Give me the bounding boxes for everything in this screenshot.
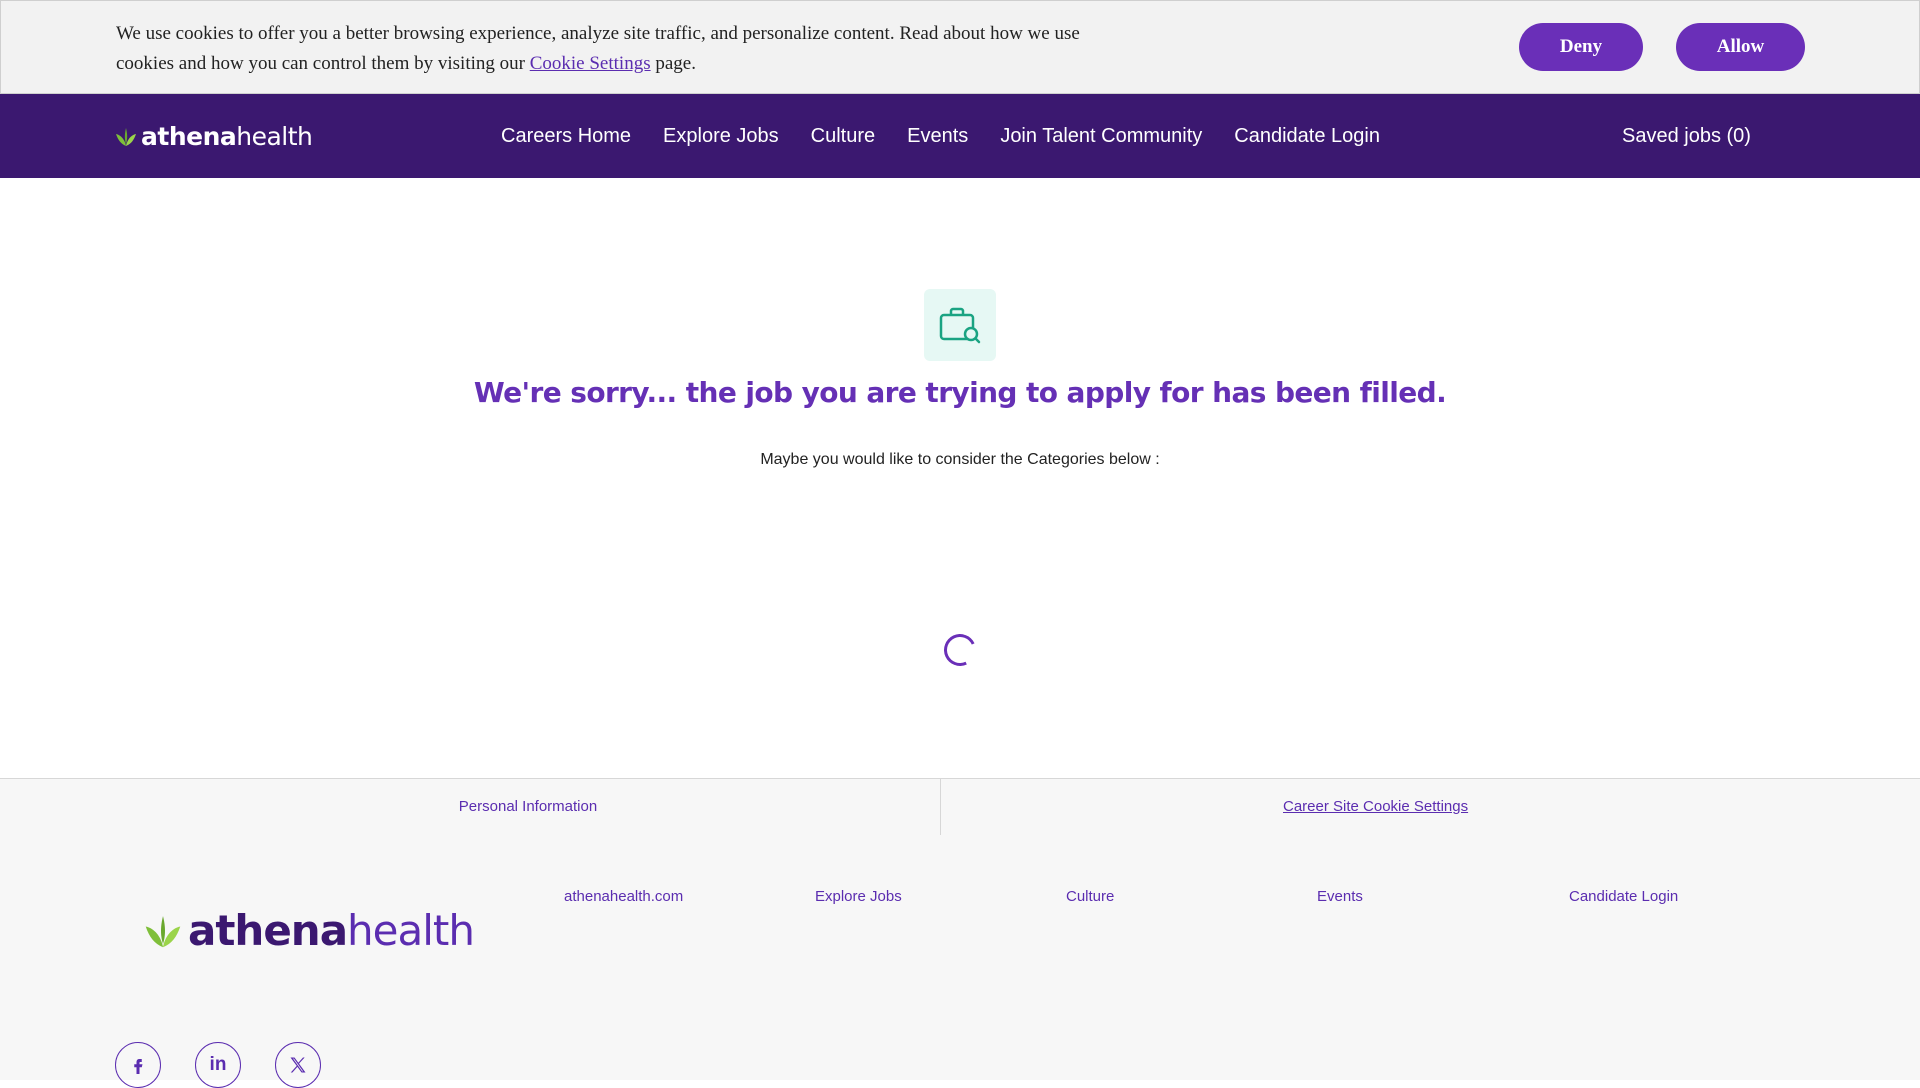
- footer-logo[interactable]: athenahealth: [144, 905, 475, 955]
- loading-spinner-icon: [939, 629, 981, 671]
- nav-explore-jobs[interactable]: Explore Jobs: [663, 121, 779, 151]
- nav-culture[interactable]: Culture: [811, 121, 875, 151]
- header-logo-text: athenahealth: [141, 121, 313, 151]
- linkedin-icon[interactable]: in: [195, 1042, 241, 1088]
- footer-link-explore-jobs[interactable]: Explore Jobs: [815, 886, 902, 908]
- job-filled-heading: We're sorry... the job you are trying to…: [473, 376, 1447, 409]
- cookie-text-end: page.: [650, 53, 696, 74]
- leaf-icon: [116, 128, 136, 146]
- footer-link-culture[interactable]: Culture: [1066, 886, 1114, 908]
- footer-link-events[interactable]: Events: [1317, 886, 1363, 908]
- allow-button[interactable]: Allow: [1676, 23, 1805, 71]
- x-icon[interactable]: [275, 1042, 321, 1088]
- saved-jobs-link[interactable]: Saved jobs (0): [1622, 121, 1751, 151]
- header-logo[interactable]: athenahealth: [115, 121, 313, 151]
- personal-information-link[interactable]: Personal Information: [0, 779, 1056, 835]
- career-site-cookie-settings-link[interactable]: Career Site Cookie Settings: [1283, 779, 1468, 835]
- nav-join-talent-community[interactable]: Join Talent Community: [1000, 121, 1202, 151]
- cookie-settings-link[interactable]: Cookie Settings: [530, 53, 651, 74]
- footer-link-athenahealth[interactable]: athenahealth.com: [564, 886, 683, 908]
- nav-careers-home[interactable]: Careers Home: [501, 121, 631, 151]
- briefcase-search-icon: [924, 289, 996, 361]
- footer-link-candidate-login[interactable]: Candidate Login: [1569, 886, 1678, 908]
- nav-events[interactable]: Events: [907, 121, 968, 151]
- footer-bar-divider: [940, 779, 941, 835]
- main-nav: Careers Home Explore Jobs Culture Events…: [501, 121, 1380, 151]
- facebook-icon[interactable]: [115, 1042, 161, 1088]
- cookie-banner: We use cookies to offer you a better bro…: [0, 0, 1920, 94]
- nav-candidate-login[interactable]: Candidate Login: [1234, 121, 1380, 151]
- cookie-banner-text: We use cookies to offer you a better bro…: [116, 19, 1116, 79]
- footer-logo-text: athenahealth: [188, 905, 475, 955]
- leaf-icon: [145, 916, 181, 948]
- deny-button[interactable]: Deny: [1519, 23, 1643, 71]
- footer-legal-bar: Personal Information Career Site Cookie …: [0, 778, 1920, 836]
- categories-subtitle: Maybe you would like to consider the Cat…: [760, 451, 1160, 468]
